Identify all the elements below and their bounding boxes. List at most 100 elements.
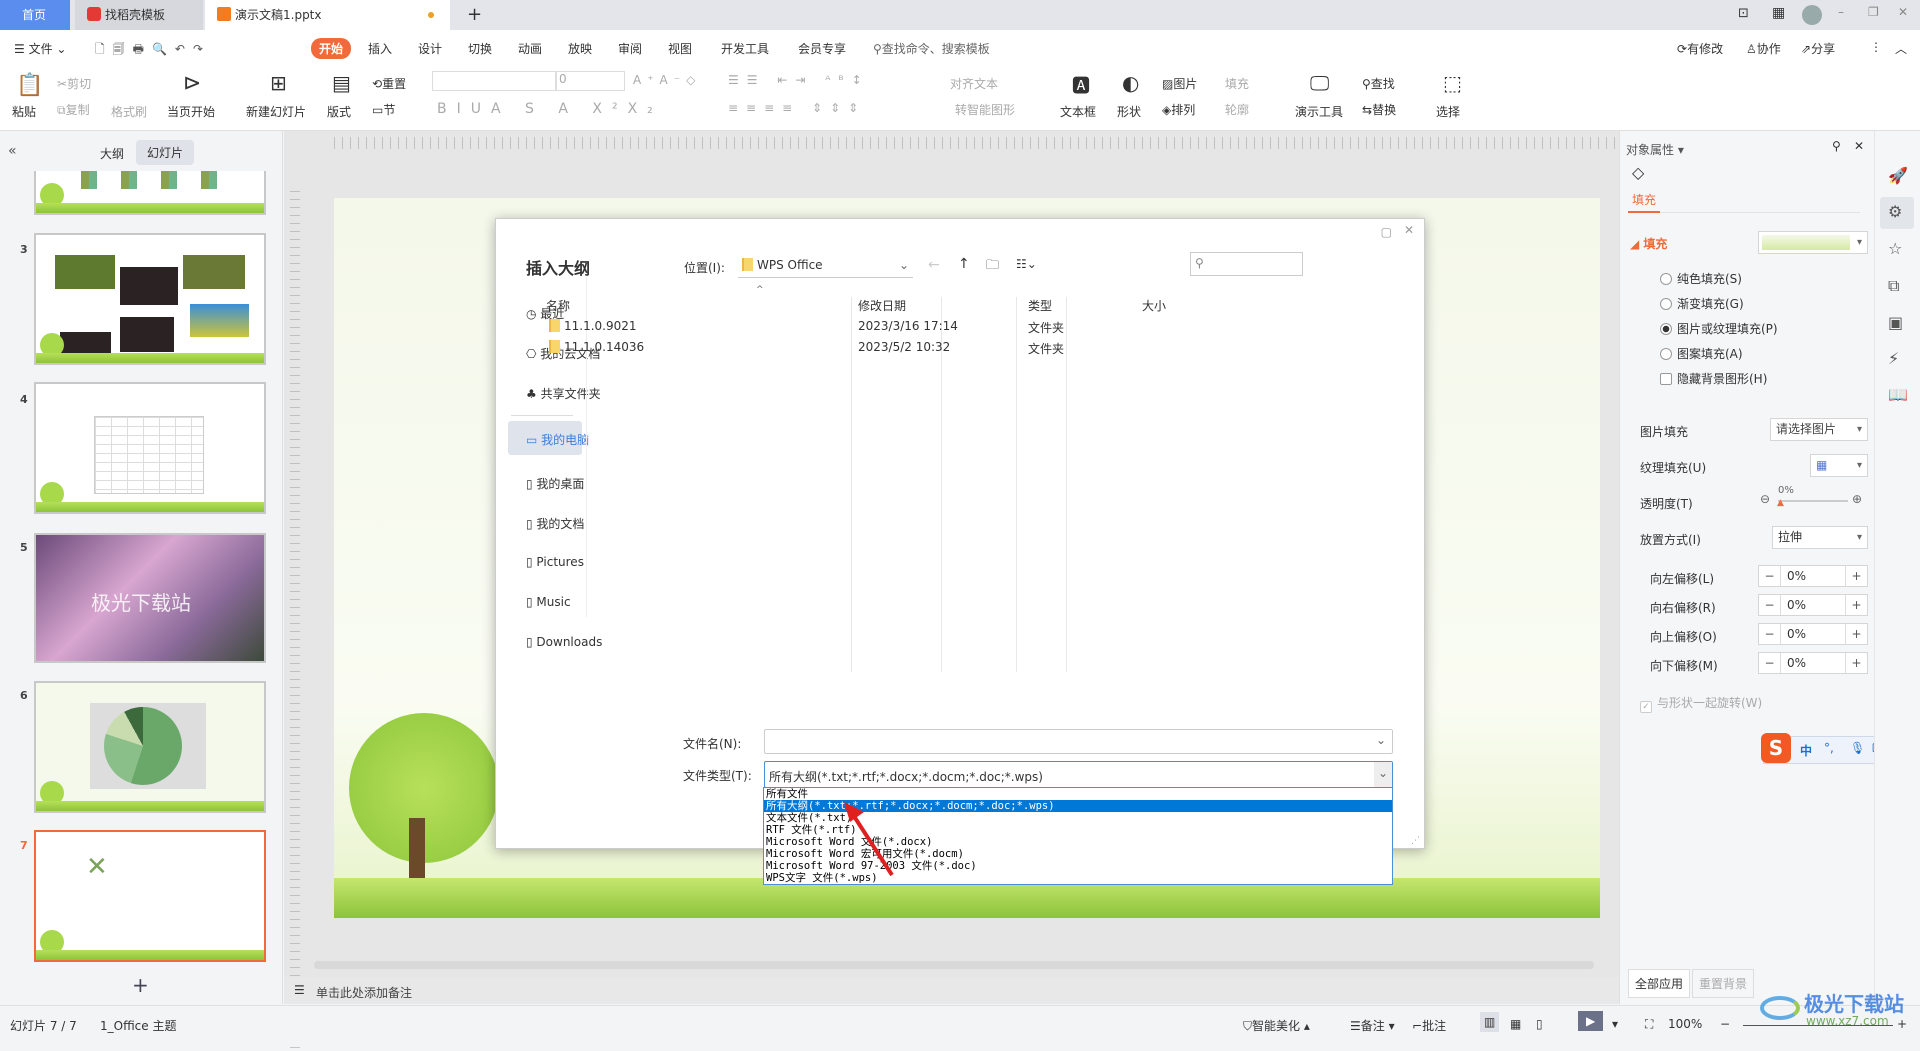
theme-name[interactable]: 1_Office 主题 (100, 1017, 176, 1034)
textbox-button[interactable]: 文本框 (1060, 103, 1096, 120)
minus-icon[interactable]: − (1759, 624, 1781, 644)
radio-solid-fill[interactable]: 纯色填充(S) (1660, 270, 1742, 287)
align-buttons[interactable]: ≡≡≡≡ ⇕⇕⇕ (728, 101, 866, 115)
minus-icon[interactable]: − (1759, 566, 1781, 586)
horizontal-scrollbar[interactable] (314, 961, 1594, 969)
radio-pattern-fill[interactable]: 图案填充(A) (1660, 345, 1743, 362)
panel-title[interactable]: 对象属性 ▾ (1626, 141, 1684, 158)
present-tools-button[interactable]: 演示工具 (1295, 103, 1343, 120)
transition-icon[interactable]: ⧉ (1888, 276, 1899, 296)
rotate-with-shape-checkbox[interactable]: ✓ 与形状一起旋转(W) (1640, 694, 1762, 713)
play-slideshow-button[interactable]: ▶ (1578, 1011, 1604, 1031)
cut-button[interactable]: ✂剪切 (57, 75, 91, 92)
collapse-panel-icon[interactable]: « (8, 143, 17, 159)
reset-button[interactable]: ⟲重置 (372, 75, 406, 92)
replace-button[interactable]: ⇆替换 (1362, 101, 1396, 118)
picture-fill-select[interactable]: 请选择图片 (1770, 418, 1868, 441)
tab-home[interactable]: 首页 (0, 0, 70, 30)
slide-thumbnail-3[interactable] (34, 233, 266, 365)
increase-transparency-icon[interactable]: ⊕ (1852, 492, 1862, 506)
nav-desktop[interactable]: ▯ 我的桌面 (526, 475, 584, 492)
slide-thumbnail-5[interactable]: 极光下载站 (34, 533, 266, 663)
layout-button[interactable]: 版式 (327, 103, 351, 120)
design-icon[interactable]: ▣ (1888, 313, 1903, 332)
minus-icon[interactable]: − (1759, 653, 1781, 673)
radio-gradient-fill[interactable]: 渐变填充(G) (1660, 295, 1744, 312)
slide-thumbnail-4[interactable] (34, 382, 266, 514)
minimize-icon[interactable]: – (1838, 5, 1844, 19)
smart-beautify-button[interactable]: ⛉智能美化 ▴ (1243, 1017, 1310, 1034)
back-icon[interactable]: ← (928, 257, 940, 273)
reading-view-icon[interactable]: ▯ (1536, 1017, 1543, 1031)
close-window-icon[interactable]: ✕ (1898, 5, 1908, 19)
slide-thumbnail-2[interactable] (34, 171, 266, 215)
column-name[interactable]: 名称 (546, 297, 570, 314)
more-icon[interactable]: ⋮ (1870, 40, 1882, 54)
nav-my-docs[interactable]: ▯ 我的文档 (526, 515, 584, 532)
offset-left-stepper[interactable]: −0% + (1758, 565, 1868, 587)
menu-tab-animation[interactable]: 动画 (518, 40, 542, 57)
select-button[interactable]: 选择 (1436, 103, 1460, 120)
decrease-transparency-icon[interactable]: ⊖ (1760, 492, 1770, 506)
new-folder-icon[interactable]: 🗀 (986, 256, 999, 278)
share-button[interactable]: ⇗分享 (1801, 40, 1835, 57)
hide-background-checkbox[interactable]: 隐藏背景图形(H) (1660, 370, 1767, 387)
offset-bottom-stepper[interactable]: −0% + (1758, 652, 1868, 674)
stepper-value[interactable]: 0% (1787, 595, 1806, 615)
menu-tab-view[interactable]: 视图 (668, 40, 692, 57)
plus-icon[interactable]: + (1845, 624, 1867, 644)
dialog-search-input[interactable]: ⚲ (1190, 252, 1303, 276)
radio-picture-fill[interactable]: 图片或纹理填充(P) (1660, 320, 1778, 337)
fill-button[interactable]: 填充 (1225, 75, 1249, 92)
arrange-button[interactable]: ◈排列 (1162, 101, 1195, 118)
tab-fill[interactable]: 填充 (1632, 191, 1656, 208)
apps-grid-icon[interactable]: ▦ (1772, 5, 1785, 21)
menu-tab-developer[interactable]: 开发工具 (721, 40, 769, 57)
new-tab-button[interactable]: + (455, 0, 482, 30)
nav-pictures[interactable]: ▯ Pictures (526, 555, 584, 569)
filename-input[interactable]: ⌄ (764, 729, 1393, 754)
reset-background-button[interactable]: 重置背景 (1692, 969, 1755, 998)
up-folder-icon[interactable]: ↑ (958, 256, 970, 272)
paste-button[interactable]: 粘贴 (12, 103, 36, 120)
tab-slides[interactable]: 幻灯片 (136, 140, 195, 165)
menu-tab-insert[interactable]: 插入 (368, 40, 392, 57)
location-select[interactable]: WPS Office ⌄ (738, 253, 913, 278)
menu-tab-design[interactable]: 设计 (418, 40, 442, 57)
properties-icon[interactable]: ⚙ (1888, 202, 1902, 221)
rocket-icon[interactable]: 🚀 (1888, 166, 1908, 185)
layout-icon[interactable]: ⊡ (1738, 6, 1749, 21)
notes-placeholder[interactable]: 单击此处添加备注 (316, 984, 412, 1001)
nav-downloads[interactable]: ▯ Downloads (526, 635, 602, 649)
offset-right-stepper[interactable]: −0% + (1758, 594, 1868, 616)
slide-thumbnail-7[interactable]: ✕ (34, 830, 266, 962)
section-button[interactable]: ▭节 (372, 101, 395, 118)
column-size[interactable]: 大小 (1142, 297, 1166, 314)
shape-button[interactable]: 形状 (1117, 103, 1141, 120)
command-search[interactable]: ⚲查找命令、搜索模板 (873, 40, 990, 57)
menu-tab-review[interactable]: 审阅 (618, 40, 642, 57)
ime-punct[interactable]: °, (1824, 741, 1834, 755)
chevron-down-icon[interactable]: ⌄ (1374, 762, 1392, 787)
panel-close-icon[interactable]: ✕ (1854, 139, 1864, 153)
offset-top-stepper[interactable]: −0% + (1758, 623, 1868, 645)
play-from-current-button[interactable]: 当页开始 (167, 103, 215, 120)
avatar[interactable] (1802, 5, 1822, 25)
column-date[interactable]: 修改日期 (858, 297, 906, 314)
add-slide-button[interactable]: + (132, 973, 149, 997)
tab-docer-templates[interactable]: 找稻壳模板 (75, 0, 203, 30)
nav-music[interactable]: ▯ Music (526, 595, 571, 609)
plus-icon[interactable]: + (1845, 566, 1867, 586)
microphone-icon[interactable]: 🎙 (1850, 741, 1865, 755)
apply-all-button[interactable]: 全部应用 (1628, 969, 1691, 998)
column-type[interactable]: 类型 (1028, 297, 1052, 314)
smart-art-button[interactable]: 转智能图形 (955, 101, 1015, 118)
texture-fill-select[interactable]: ▦ (1810, 454, 1868, 477)
tab-presentation[interactable]: 演示文稿1.pptx (205, 0, 450, 30)
menu-tab-start[interactable]: 开始 (311, 38, 352, 59)
format-painter-button[interactable]: 格式刷 (111, 103, 147, 120)
align-text-button[interactable]: 对齐文本 (950, 75, 998, 92)
outline-button[interactable]: 轮廓 (1225, 101, 1249, 118)
collapse-ribbon-icon[interactable]: ︿ (1895, 40, 1907, 57)
pin-icon[interactable]: ⚲ (1832, 139, 1841, 153)
